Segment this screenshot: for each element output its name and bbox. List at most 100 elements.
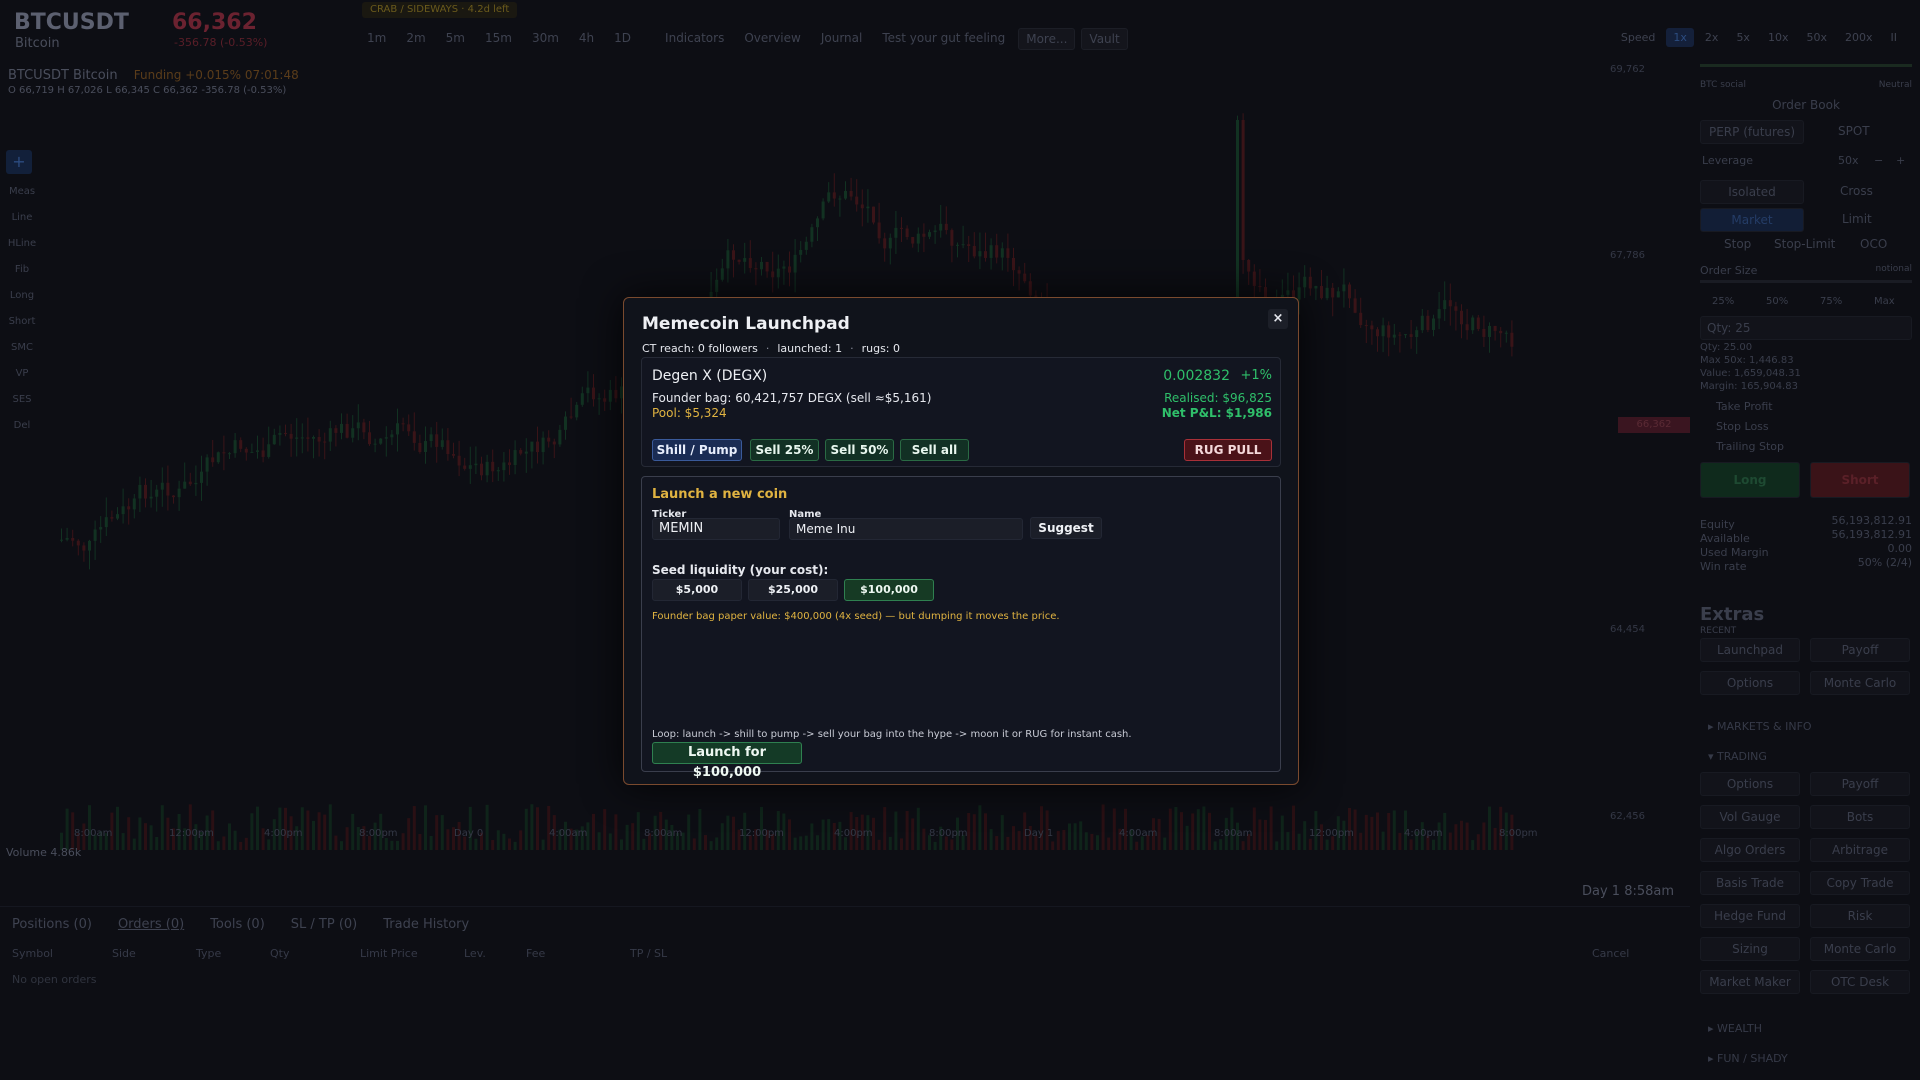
add-tool-button[interactable]: + bbox=[6, 150, 32, 174]
speed-50x[interactable]: 50x bbox=[1799, 28, 1834, 47]
leverage-value[interactable]: 50x bbox=[1838, 154, 1859, 167]
y-tick: 67,786 bbox=[1610, 250, 1645, 261]
tool-delete[interactable]: Del bbox=[6, 420, 38, 431]
recent-options[interactable]: Options bbox=[1700, 671, 1800, 695]
take-profit-toggle[interactable]: Take Profit bbox=[1716, 400, 1773, 413]
ticker-input[interactable]: MEMIN bbox=[652, 518, 780, 540]
size-75-button[interactable]: 75% bbox=[1820, 296, 1842, 307]
journal-button[interactable]: Journal bbox=[814, 28, 870, 50]
timeframe-1m[interactable]: 1m bbox=[360, 28, 393, 50]
tab-orders[interactable]: Orders (0) bbox=[118, 917, 184, 932]
short-button[interactable]: Short bbox=[1810, 462, 1910, 498]
tool-ses[interactable]: SES bbox=[6, 394, 38, 405]
seed-100000-button[interactable]: $100,000 bbox=[844, 579, 934, 601]
size-max-button[interactable]: Max bbox=[1874, 296, 1895, 307]
gut-feeling-button[interactable]: Test your gut feeling bbox=[875, 28, 1012, 50]
cross-margin-tab[interactable]: Cross bbox=[1840, 184, 1873, 198]
timeframe-2m[interactable]: 2m bbox=[399, 28, 432, 50]
speed-2x[interactable]: 2x bbox=[1698, 28, 1726, 47]
trading-monte-carlo[interactable]: Monte Carlo bbox=[1810, 937, 1910, 961]
name-input[interactable]: Meme Inu bbox=[789, 518, 1023, 540]
speed-200x[interactable]: 200x bbox=[1838, 28, 1880, 47]
timeframe-5m[interactable]: 5m bbox=[439, 28, 472, 50]
timeframe-30m[interactable]: 30m bbox=[525, 28, 566, 50]
trading-risk[interactable]: Risk bbox=[1810, 904, 1910, 928]
trading-payoff[interactable]: Payoff bbox=[1810, 772, 1910, 796]
speed-5x[interactable]: 5x bbox=[1729, 28, 1757, 47]
oco-order-tab[interactable]: OCO bbox=[1860, 237, 1887, 251]
tool-fib[interactable]: Fib bbox=[6, 264, 38, 275]
trading-basis-trade[interactable]: Basis Trade bbox=[1700, 871, 1800, 895]
close-button[interactable]: × bbox=[1268, 309, 1288, 329]
candle-body bbox=[1499, 330, 1503, 334]
sell-50-button[interactable]: Sell 50% bbox=[825, 439, 894, 461]
long-button[interactable]: Long bbox=[1700, 462, 1800, 498]
qty-input[interactable]: Qty: 25 bbox=[1700, 316, 1912, 340]
pause-button[interactable]: II bbox=[1884, 28, 1905, 47]
limit-order-tab[interactable]: Limit bbox=[1842, 212, 1872, 226]
size-50-button[interactable]: 50% bbox=[1766, 296, 1788, 307]
tool-line[interactable]: Line bbox=[6, 212, 38, 223]
seed-5000-button[interactable]: $5,000 bbox=[652, 579, 742, 601]
rug-pull-button[interactable]: RUG PULL bbox=[1184, 439, 1272, 461]
recent-payoff[interactable]: Payoff bbox=[1810, 638, 1910, 662]
sell-all-button[interactable]: Sell all bbox=[900, 439, 969, 461]
tool-smc[interactable]: SMC bbox=[6, 342, 38, 353]
timeframe-1d[interactable]: 1D bbox=[607, 28, 638, 50]
tab-positions[interactable]: Positions (0) bbox=[12, 917, 92, 932]
recent-launchpad[interactable]: Launchpad bbox=[1700, 638, 1800, 662]
symbol-ticker[interactable]: BTCUSDT bbox=[14, 10, 129, 35]
trading-market-maker[interactable]: Market Maker bbox=[1700, 970, 1800, 994]
trading-options[interactable]: Options bbox=[1700, 772, 1800, 796]
tab-sl-tp[interactable]: SL / TP (0) bbox=[291, 917, 357, 932]
suggest-button[interactable]: Suggest bbox=[1030, 517, 1102, 539]
trading-otc-desk[interactable]: OTC Desk bbox=[1810, 970, 1910, 994]
launch-coin-button[interactable]: Launch for $100,000 bbox=[652, 742, 802, 780]
trading-sizing[interactable]: Sizing bbox=[1700, 937, 1800, 961]
tab-trade-history[interactable]: Trade History bbox=[383, 917, 469, 932]
timeframe-15m[interactable]: 15m bbox=[478, 28, 519, 50]
vault-button[interactable]: Vault bbox=[1081, 28, 1128, 50]
tool-vp[interactable]: VP bbox=[6, 368, 38, 379]
volume-bar bbox=[233, 830, 237, 850]
overview-button[interactable]: Overview bbox=[737, 28, 808, 50]
order-book-link[interactable]: Order Book bbox=[1692, 98, 1920, 112]
markets-section-toggle[interactable]: ▸ MARKETS & INFO bbox=[1708, 720, 1812, 733]
stop-limit-order-tab[interactable]: Stop-Limit bbox=[1774, 237, 1835, 251]
leverage-minus-button[interactable]: − bbox=[1874, 154, 1883, 167]
isolated-margin-tab[interactable]: Isolated bbox=[1700, 180, 1804, 204]
stop-order-tab[interactable]: Stop bbox=[1724, 237, 1751, 251]
trading-vol-gauge[interactable]: Vol Gauge bbox=[1700, 805, 1800, 829]
trading-arbitrage[interactable]: Arbitrage bbox=[1810, 838, 1910, 862]
recent-monte-carlo[interactable]: Monte Carlo bbox=[1810, 671, 1910, 695]
trading-algo-orders[interactable]: Algo Orders bbox=[1700, 838, 1800, 862]
stop-loss-toggle[interactable]: Stop Loss bbox=[1716, 420, 1769, 433]
market-order-tab[interactable]: Market bbox=[1700, 208, 1804, 232]
tool-short[interactable]: Short bbox=[6, 316, 38, 327]
tool-long[interactable]: Long bbox=[6, 290, 38, 301]
size-25-button[interactable]: 25% bbox=[1712, 296, 1734, 307]
order-size-slider[interactable] bbox=[1700, 280, 1912, 283]
tool-hline[interactable]: HLine bbox=[6, 238, 38, 249]
more-button[interactable]: More... bbox=[1018, 28, 1076, 50]
timeframe-4h[interactable]: 4h bbox=[572, 28, 601, 50]
candle-body bbox=[1409, 334, 1413, 338]
tool-measure[interactable]: Meas bbox=[6, 186, 38, 197]
indicators-button[interactable]: Indicators bbox=[658, 28, 731, 50]
seed-25000-button[interactable]: $25,000 bbox=[748, 579, 838, 601]
shill-pump-button[interactable]: Shill / Pump bbox=[652, 439, 742, 461]
sell-25-button[interactable]: Sell 25% bbox=[750, 439, 819, 461]
trailing-stop-toggle[interactable]: Trailing Stop bbox=[1716, 440, 1784, 453]
wealth-section-toggle[interactable]: ▸ WEALTH bbox=[1708, 1022, 1762, 1035]
speed-10x[interactable]: 10x bbox=[1761, 28, 1796, 47]
perp-tab[interactable]: PERP (futures) bbox=[1700, 120, 1804, 144]
leverage-plus-button[interactable]: + bbox=[1896, 154, 1905, 167]
fun-section-toggle[interactable]: ▸ FUN / SHADY bbox=[1708, 1052, 1788, 1065]
tab-tools[interactable]: Tools (0) bbox=[210, 917, 265, 932]
spot-tab[interactable]: SPOT bbox=[1838, 124, 1870, 138]
trading-section-toggle[interactable]: ▾ TRADING bbox=[1708, 750, 1767, 763]
speed-1x[interactable]: 1x bbox=[1666, 28, 1694, 47]
trading-hedge-fund[interactable]: Hedge Fund bbox=[1700, 904, 1800, 928]
trading-bots[interactable]: Bots bbox=[1810, 805, 1910, 829]
trading-copy-trade[interactable]: Copy Trade bbox=[1810, 871, 1910, 895]
